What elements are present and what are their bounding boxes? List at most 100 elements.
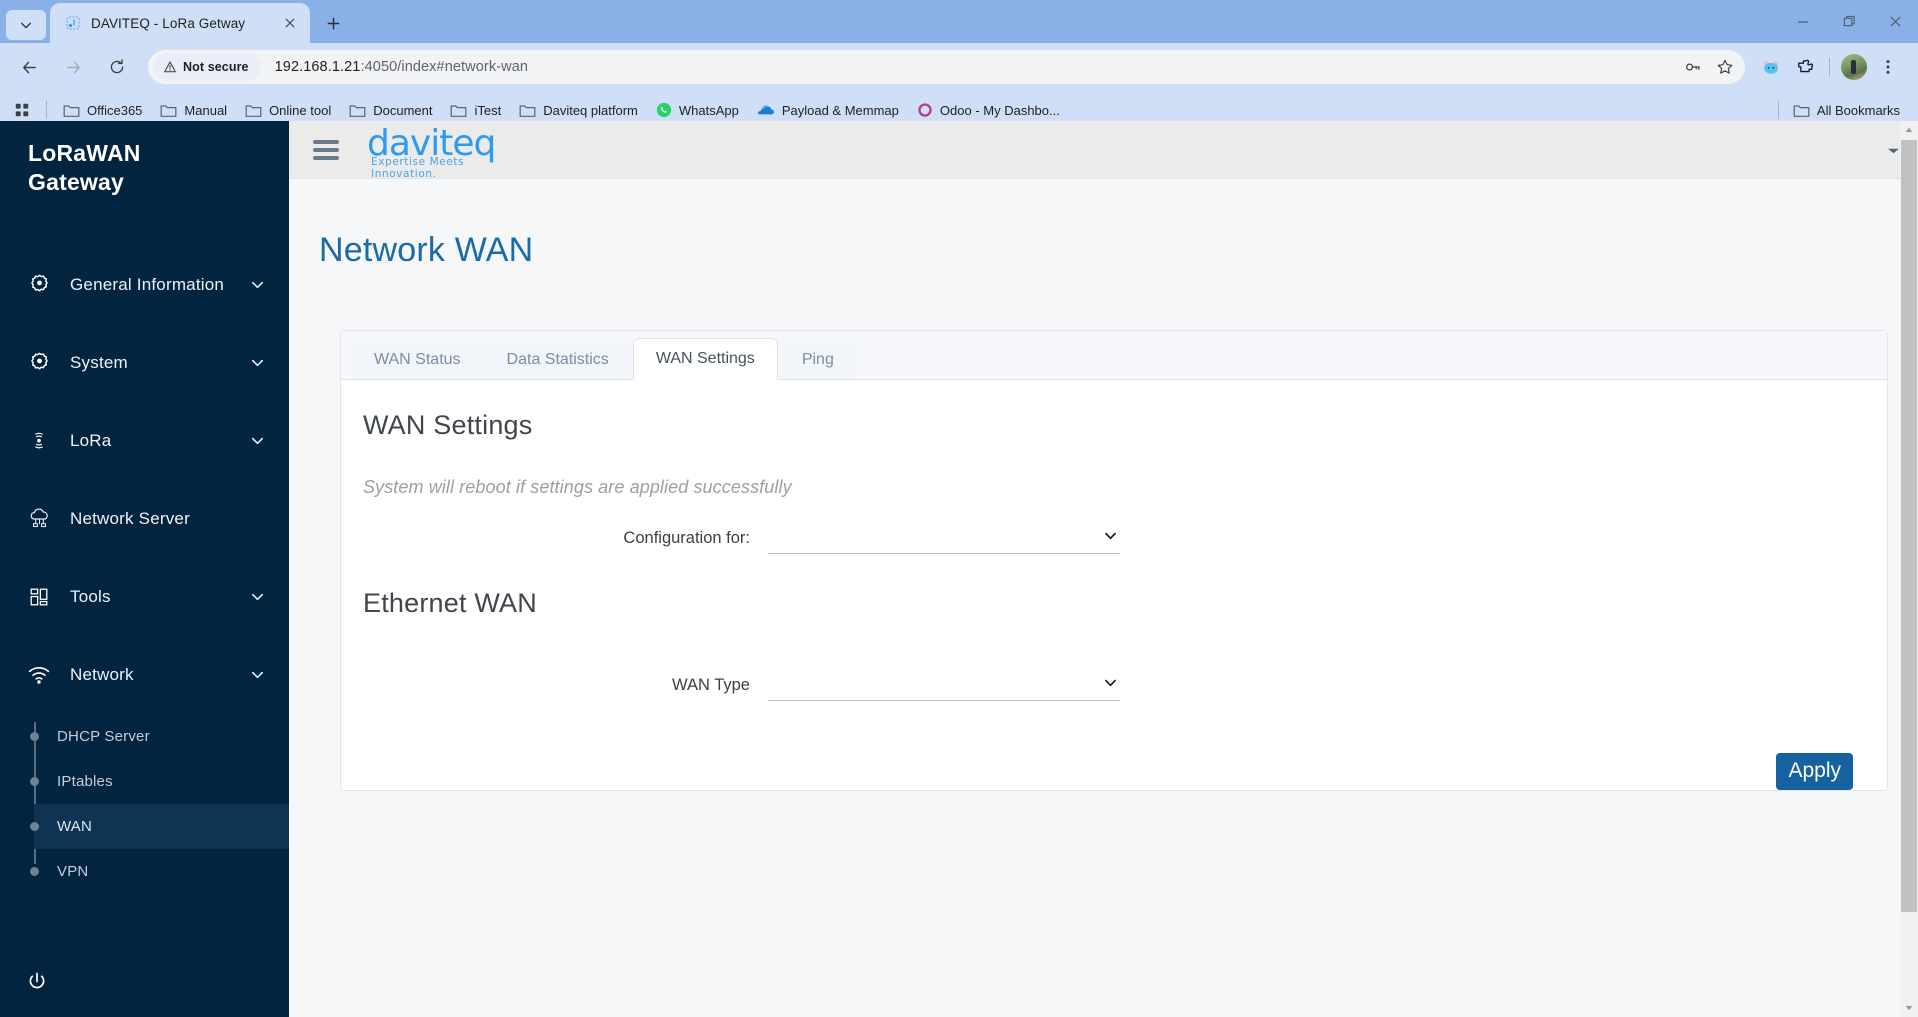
tab-ping[interactable]: Ping: [779, 341, 856, 379]
reload-button[interactable]: [100, 50, 134, 84]
sidebar-item-dhcp-server[interactable]: DHCP Server: [30, 714, 289, 759]
hamburger-icon[interactable]: [313, 139, 339, 160]
card-body: WAN Settings System will reboot if setti…: [341, 380, 1887, 791]
wan-settings-card: WAN Status Data Statistics WAN Settings …: [340, 330, 1888, 792]
chevron-down-icon: [249, 355, 265, 370]
chevron-down-icon: [1105, 679, 1116, 687]
close-window-button[interactable]: [1872, 0, 1918, 43]
browser-tab[interactable]: DAVITEQ - LoRa Getway: [50, 3, 310, 43]
sidebar-item-network-server[interactable]: Network Server: [0, 480, 289, 558]
bullet-icon: [30, 731, 39, 741]
chevron-down-icon: [249, 433, 265, 448]
bookmark-label: Odoo - My Dashbo...: [939, 102, 1060, 118]
onedrive-icon: [757, 105, 774, 115]
chevron-down-icon: [249, 589, 265, 604]
bookmark-label: Online tool: [269, 102, 332, 118]
forward-button[interactable]: [56, 50, 90, 84]
field-row-configuration-for: Configuration for:: [363, 524, 1853, 554]
tab-bar: WAN Status Data Statistics WAN Settings …: [341, 331, 1887, 380]
sidebar-item-network[interactable]: Network: [0, 636, 289, 714]
bookmark-whatsapp[interactable]: WhatsApp: [648, 96, 747, 124]
bookmark-manual[interactable]: Manual: [152, 96, 235, 124]
bookmark-office365[interactable]: Office365: [55, 96, 150, 124]
sidebar-item-wan[interactable]: WAN: [30, 803, 289, 849]
daviteq-logo: daviteq Expertise Meets Innovation.: [367, 125, 532, 180]
folder-icon: [1793, 104, 1810, 117]
chrome-menu-icon[interactable]: [1872, 51, 1904, 83]
brand-line-2: Gateway: [28, 169, 125, 196]
app-header-menu-toggle[interactable]: [1887, 143, 1900, 161]
new-tab-button[interactable]: [318, 8, 348, 38]
tab-wan-status[interactable]: WAN Status: [352, 341, 483, 379]
bookmark-odoo[interactable]: Odoo - My Dashbo...: [909, 96, 1068, 124]
reboot-note: System will reboot if settings are appli…: [363, 477, 792, 497]
omnibox-actions: [1679, 53, 1739, 81]
bookmark-document[interactable]: Document: [341, 96, 440, 124]
tab-data-statistics[interactable]: Data Statistics: [484, 341, 631, 379]
sidebar-item-system[interactable]: System: [0, 324, 289, 402]
bookmark-daviteq-platform[interactable]: Daviteq platform: [511, 96, 646, 124]
sidebar-subitem-label: WAN: [57, 817, 93, 835]
bookmark-label: Office365: [87, 102, 143, 118]
extension-mouse-icon[interactable]: [1755, 51, 1787, 83]
arrow-right-icon: [66, 61, 80, 73]
bookmark-star-icon[interactable]: [1711, 53, 1739, 81]
folder-icon: [349, 104, 366, 117]
apps-grid-icon[interactable]: [8, 96, 36, 124]
security-status-chip[interactable]: Not secure: [154, 53, 261, 81]
whatsapp-icon: [656, 102, 671, 118]
maximize-button[interactable]: [1826, 0, 1872, 43]
sidebar-item-lora[interactable]: LoRa: [0, 402, 289, 480]
sidebar-item-label: Network Server: [70, 508, 190, 528]
url-path: :4050/index#network-wan: [360, 59, 529, 75]
warning-triangle-icon: [164, 61, 176, 73]
page-body: Network WAN WAN Status Data Statistics W…: [289, 179, 1918, 1017]
password-key-icon[interactable]: [1679, 53, 1707, 81]
content-area: daviteq Expertise Meets Innovation. Netw…: [289, 121, 1918, 1017]
all-bookmarks-label: All Bookmarks: [1816, 102, 1900, 118]
avatar[interactable]: [1838, 51, 1870, 83]
sidebar-item-label: General Information: [70, 274, 225, 294]
power-icon[interactable]: [24, 969, 50, 995]
configuration-for-select[interactable]: [768, 524, 1120, 554]
close-icon: [1889, 16, 1901, 27]
toolbar-actions: [1755, 51, 1910, 83]
sidebar-nav: General Information System LoRa Network …: [0, 246, 289, 894]
close-icon[interactable]: [280, 13, 300, 33]
sidebar-item-vpn[interactable]: VPN: [30, 849, 289, 894]
scroll-down-arrow-icon[interactable]: [1900, 999, 1918, 1017]
tab-search-button[interactable]: [6, 10, 46, 40]
sidebar-item-general-information[interactable]: General Information: [0, 246, 289, 324]
bookmark-online-tool[interactable]: Online tool: [237, 96, 339, 124]
cloud-network-icon: [26, 507, 52, 530]
bookmark-payload-memmap[interactable]: Payload & Memmap: [749, 96, 907, 124]
restore-icon: [1843, 15, 1855, 27]
wifi-icon: [26, 664, 52, 686]
tab-wan-settings[interactable]: WAN Settings: [632, 338, 778, 380]
tab-title: DAVITEQ - LoRa Getway: [91, 15, 246, 31]
sidebar-item-label: Tools: [70, 586, 111, 606]
folder-icon: [161, 104, 177, 117]
url-text: 192.168.1.21:4050/index#network-wan: [275, 59, 528, 75]
daviteq-favicon: [64, 15, 81, 32]
bookmark-itest[interactable]: iTest: [442, 96, 509, 124]
address-bar[interactable]: Not secure 192.168.1.21:4050/index#netwo…: [148, 50, 1745, 84]
all-bookmarks-area: All Bookmarks: [1772, 96, 1908, 124]
tab-label: Ping: [801, 351, 834, 368]
configuration-for-label: Configuration for:: [623, 529, 750, 547]
wan-type-label: WAN Type: [672, 676, 750, 694]
scroll-up-arrow-icon[interactable]: [1900, 121, 1918, 139]
bullet-icon: [30, 821, 39, 831]
wan-type-select[interactable]: [768, 671, 1120, 701]
all-bookmarks-button[interactable]: All Bookmarks: [1785, 96, 1908, 124]
minimize-button[interactable]: [1780, 0, 1826, 43]
extensions-puzzle-icon[interactable]: [1789, 51, 1821, 83]
sidebar-subitem-label: IPtables: [57, 772, 113, 790]
page-scrollbar[interactable]: [1900, 121, 1918, 1017]
scrollbar-thumb[interactable]: [1901, 140, 1917, 912]
sidebar-item-iptables[interactable]: IPtables: [30, 759, 289, 804]
minimize-icon: [1798, 20, 1808, 23]
back-button[interactable]: [12, 50, 46, 84]
sidebar-item-tools[interactable]: Tools: [0, 558, 289, 636]
apply-button[interactable]: Apply: [1776, 753, 1853, 791]
